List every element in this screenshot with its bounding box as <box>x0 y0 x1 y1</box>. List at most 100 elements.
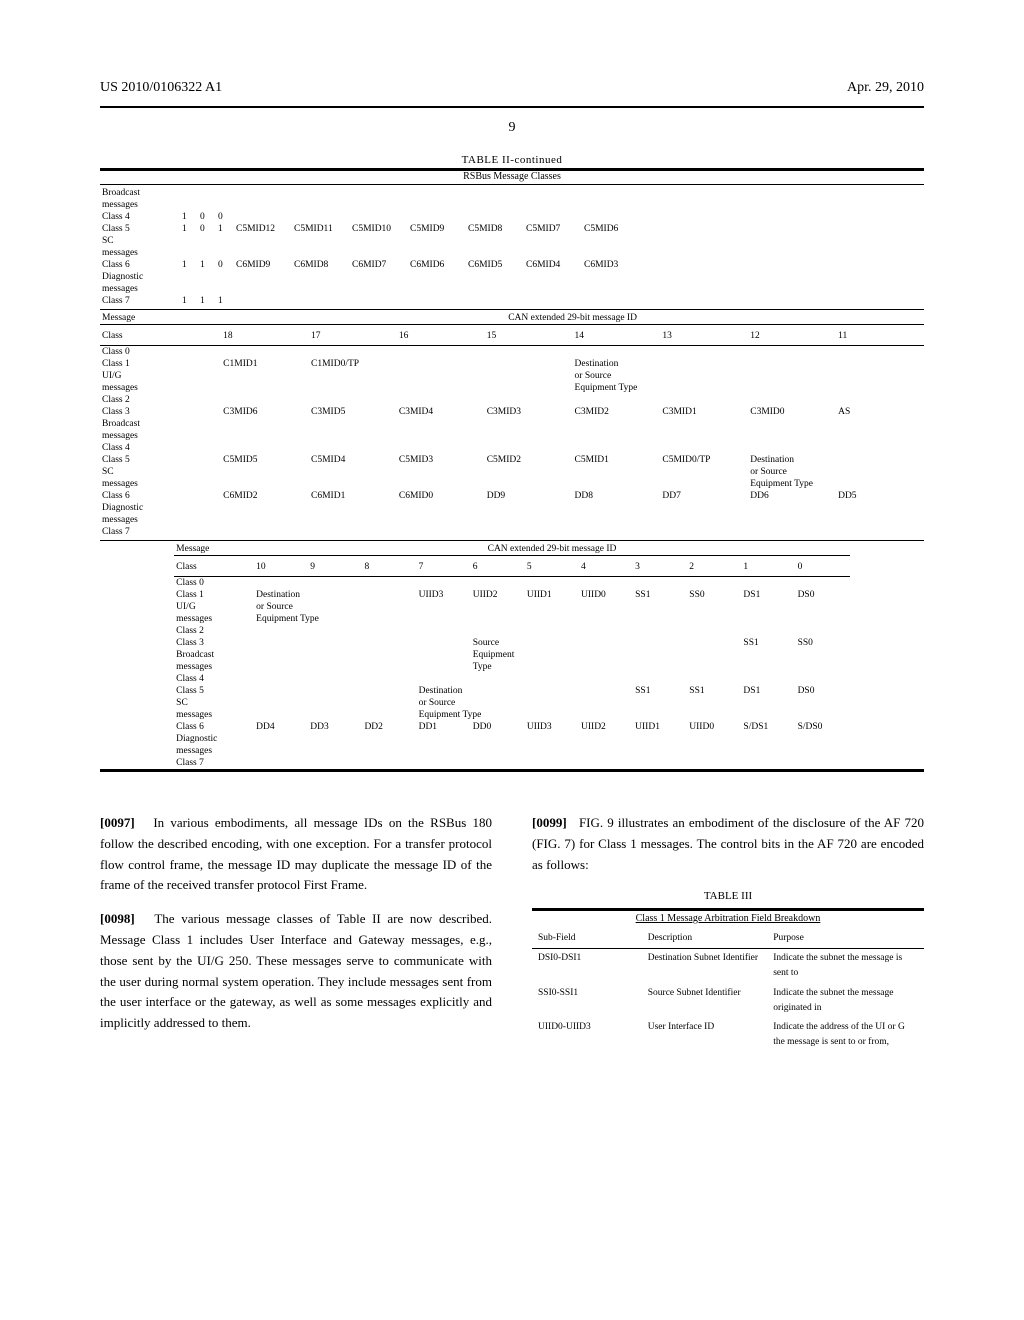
cell: DS1 <box>741 685 795 697</box>
cell <box>397 466 485 478</box>
cell <box>582 295 640 307</box>
cell <box>397 478 485 490</box>
cell <box>309 466 397 478</box>
cell <box>308 601 362 613</box>
class-cell: Class 0 <box>100 346 221 359</box>
cell <box>466 247 524 259</box>
cell <box>836 418 924 430</box>
cell <box>308 697 362 709</box>
cell <box>524 235 582 247</box>
cell <box>466 199 524 211</box>
cell <box>525 697 579 709</box>
cell: UIID1 <box>633 721 687 733</box>
cell <box>836 442 924 454</box>
can-id-header: CAN extended 29-bit message ID <box>254 543 850 556</box>
patent-page: US 2010/0106322 A1 Apr. 29, 2010 9 TABLE… <box>0 0 1024 1320</box>
class-cell: Diagnostic <box>100 502 221 514</box>
cell <box>796 625 850 637</box>
table-row: Class 5DestinationSS1SS1DS1DS0 <box>174 685 850 697</box>
cell <box>308 649 362 661</box>
cell <box>633 757 687 769</box>
cell: C6MID5 <box>466 259 524 271</box>
cell <box>741 757 795 769</box>
cell: C6MID4 <box>524 259 582 271</box>
cell <box>292 295 350 307</box>
cell <box>687 697 741 709</box>
cell <box>633 709 687 721</box>
cell: C6MID2 <box>221 490 309 502</box>
cell <box>417 661 471 673</box>
cell: SS1 <box>741 637 795 649</box>
cell <box>308 589 362 601</box>
para-text: The various message classes of Table II … <box>100 911 492 1030</box>
cell <box>687 601 741 613</box>
cell <box>397 394 485 406</box>
cell <box>582 199 640 211</box>
table-row: Class 6DD4DD3DD2DD1DD0UIID3UIID2UIID1UII… <box>174 721 850 733</box>
cell <box>309 442 397 454</box>
cell <box>485 514 573 526</box>
cell <box>525 613 579 625</box>
cell <box>582 271 640 283</box>
cell: Destination <box>254 589 308 601</box>
table-row: UI/Gor Source <box>174 601 850 613</box>
cell <box>796 661 850 673</box>
table-row: SCor Source <box>174 697 850 709</box>
class-cell: messages <box>100 514 221 526</box>
bit-col: 5 <box>525 558 579 577</box>
cell <box>524 211 582 223</box>
cell <box>350 247 408 259</box>
cell <box>417 649 471 661</box>
bit-col: 11 <box>836 327 924 346</box>
can-id-header: CAN extended 29-bit message ID <box>221 312 924 325</box>
cell <box>579 601 633 613</box>
cell <box>687 757 741 769</box>
cell <box>660 514 748 526</box>
cell <box>633 613 687 625</box>
cell <box>525 601 579 613</box>
cell <box>741 577 795 590</box>
cell <box>254 685 308 697</box>
cell <box>836 466 924 478</box>
cell <box>579 625 633 637</box>
cell: C3MID1 <box>660 406 748 418</box>
cell: UIID0 <box>579 589 633 601</box>
cell <box>525 661 579 673</box>
cell: Broadcast <box>100 187 180 199</box>
cell <box>640 235 924 247</box>
class-cell: SC <box>100 466 221 478</box>
cell: Indicate the subnet the message is sent … <box>767 949 924 984</box>
cell <box>748 502 836 514</box>
cell: C5MID8 <box>466 223 524 235</box>
table-row: Class 2 <box>174 625 850 637</box>
cell <box>417 757 471 769</box>
cell <box>198 271 216 283</box>
cell: C5MID3 <box>397 454 485 466</box>
cell: DS0 <box>796 685 850 697</box>
cell <box>633 637 687 649</box>
cell <box>362 733 416 745</box>
class-cell: Broadcast <box>100 418 221 430</box>
cell <box>579 709 633 721</box>
cell: C5MID1 <box>573 454 661 466</box>
cell <box>796 757 850 769</box>
table-row: Class 1DestinationUIID3UIID2UIID1UIID0SS… <box>174 589 850 601</box>
cell: UIID1 <box>525 589 579 601</box>
cell <box>471 577 525 590</box>
cell <box>741 649 795 661</box>
cell <box>633 661 687 673</box>
cell: UIID2 <box>471 589 525 601</box>
cell: SS0 <box>687 589 741 601</box>
cell <box>308 745 362 757</box>
header-rule <box>100 106 924 108</box>
table-row: Class 0 <box>100 346 924 359</box>
cell: or Source <box>748 466 836 478</box>
cell <box>640 211 924 223</box>
cell <box>466 211 524 223</box>
para-number: [0097] <box>100 815 135 830</box>
cell <box>579 697 633 709</box>
cell <box>221 502 309 514</box>
table-row: messagesEquipment Type <box>174 613 850 625</box>
table-2-subtitle: RSBus Message Classes <box>100 171 924 182</box>
cell <box>308 733 362 745</box>
